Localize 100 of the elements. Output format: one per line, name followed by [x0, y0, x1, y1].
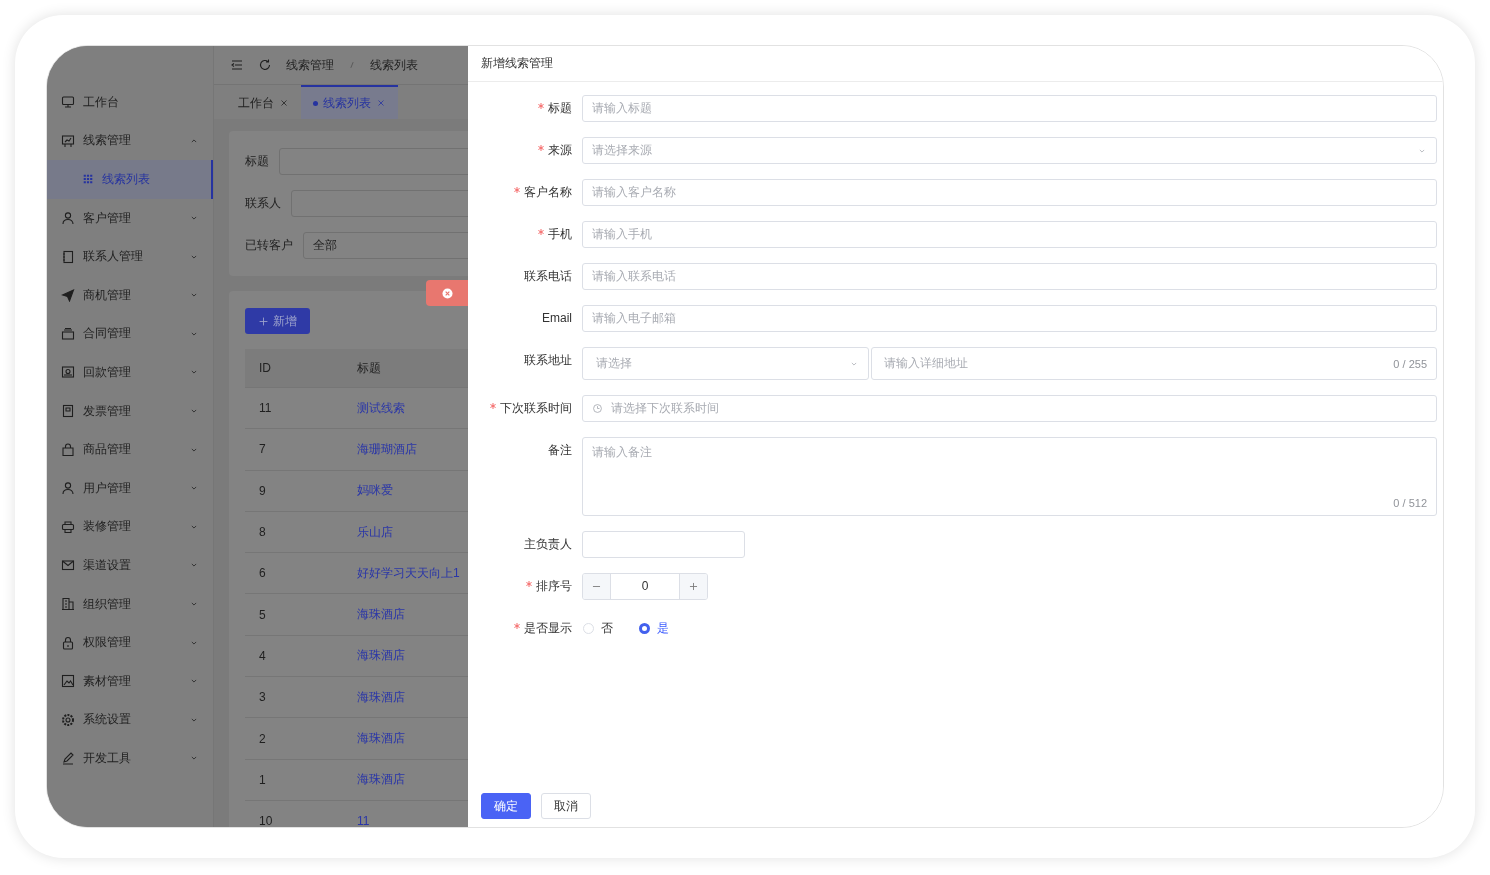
page-tab[interactable]: 工作台 — [226, 85, 301, 119]
close-icon — [376, 98, 386, 108]
form-label: 标题 — [548, 101, 572, 115]
form-label: Email — [542, 311, 572, 325]
table-cell-text: 9 — [259, 483, 267, 498]
text-input[interactable]: 请输入联系电话 — [582, 263, 1437, 290]
menu-item[interactable]: 渠道设置 — [47, 546, 213, 585]
menu-item[interactable]: 回款管理 — [47, 353, 213, 392]
confirm-button[interactable]: 确定 — [481, 793, 531, 819]
monitor-icon — [61, 95, 75, 110]
close-button[interactable] — [426, 280, 468, 306]
shopping-bag-icon — [61, 442, 75, 457]
region-select[interactable]: 请选择 — [582, 347, 869, 380]
drawer-title: 新增线索管理 — [481, 55, 553, 72]
title-link[interactable]: 妈咪爱 — [357, 482, 468, 500]
menu-item[interactable]: 素材管理 — [47, 661, 213, 701]
breadcrumb-item[interactable]: 线索管理 — [286, 56, 334, 74]
menu-item[interactable]: 发票管理 — [47, 391, 213, 431]
title-link[interactable]: 好好学习天天向上1 — [357, 564, 468, 582]
menu-item[interactable]: 权限管理 — [47, 623, 213, 662]
page-tab[interactable]: 线索列表 — [301, 85, 398, 119]
gear-icon — [61, 712, 75, 727]
document-icon — [61, 404, 75, 419]
form-label: 排序号 — [536, 579, 572, 593]
title-link[interactable]: 乐山店 — [357, 523, 468, 541]
title-link[interactable]: 海珊瑚酒店 — [357, 440, 468, 458]
plus-icon — [688, 581, 699, 592]
title-link[interactable]: 海珠酒店 — [357, 730, 468, 747]
image-icon — [61, 674, 75, 689]
datetime-picker[interactable]: 请选择下次联系时间 — [582, 395, 1437, 422]
column-header: 标题 — [357, 359, 382, 377]
menu-item[interactable]: 工作台 — [47, 83, 213, 122]
grid-icon — [82, 173, 94, 186]
title-link[interactable]: 海珠酒店 — [357, 647, 468, 665]
form-label: 来源 — [548, 143, 572, 157]
printer-icon — [61, 519, 75, 534]
address-input[interactable]: 请输入详细地址 0 / 255 — [871, 347, 1437, 380]
refresh-icon — [258, 58, 272, 72]
filter-label: 已转客户 — [245, 237, 293, 254]
menu-item[interactable]: 商机管理 — [47, 275, 213, 315]
form-label: 下次联系时间 — [500, 401, 572, 415]
text-input[interactable]: 请输入电子邮箱 — [582, 305, 1437, 332]
table-cell-text: 3 — [259, 690, 267, 705]
text-input[interactable]: 请输入手机 — [582, 221, 1437, 248]
notebook-icon — [61, 249, 75, 264]
radio-button[interactable] — [639, 623, 650, 634]
menu-item[interactable]: 客户管理 — [47, 198, 213, 238]
title-link[interactable]: 测试线索 — [357, 399, 468, 417]
form-label: 客户名称 — [524, 185, 572, 199]
table-cell-text: 4 — [259, 648, 267, 663]
submenu-item[interactable]: 线索列表 — [47, 160, 213, 199]
text-input[interactable]: 请输入客户名称 — [582, 179, 1437, 206]
menu-item[interactable]: 商品管理 — [47, 430, 213, 469]
filter-label: 联系人 — [245, 195, 281, 212]
table-cell-text: 7 — [259, 442, 267, 457]
form-label: 手机 — [548, 227, 572, 241]
menu-item[interactable]: 装修管理 — [47, 507, 213, 547]
cancel-button[interactable]: 取消 — [541, 793, 591, 819]
menu-item[interactable]: 合同管理 — [47, 314, 213, 354]
remark-textarea[interactable]: 请输入备注 0 / 512 — [582, 437, 1437, 516]
table-cell-text: 8 — [259, 525, 267, 540]
menu-item[interactable]: 线索管理 — [47, 121, 213, 161]
add-button[interactable]: 新增 — [245, 308, 310, 334]
owner-input[interactable] — [582, 531, 745, 558]
table-cell-text: 10 — [259, 814, 274, 827]
menu-fold-icon — [230, 58, 244, 72]
table-cell-text: 6 — [259, 566, 267, 581]
title-link[interactable]: 海珠酒店 — [357, 606, 468, 624]
close-icon — [441, 287, 453, 299]
filter-label: 标题 — [245, 153, 269, 170]
menu-item[interactable]: 开发工具 — [47, 739, 213, 778]
decrement-button[interactable] — [583, 574, 610, 599]
radio-label: 否 — [601, 620, 613, 637]
select-field[interactable]: 请选择来源 — [582, 137, 1437, 164]
table-cell-text: 2 — [259, 731, 267, 746]
table-cell-text: 1 — [259, 772, 267, 787]
close-icon — [279, 98, 289, 108]
form-label: 联系电话 — [524, 269, 572, 283]
filter-input[interactable]: 全部 — [303, 232, 468, 259]
form-label: 是否显示 — [524, 621, 572, 635]
form-label: 主负责人 — [524, 537, 572, 551]
menu-item[interactable]: 系统设置 — [47, 700, 213, 740]
title-link[interactable]: 海珠酒店 — [357, 771, 468, 789]
increment-button[interactable] — [680, 574, 707, 599]
title-link[interactable]: 11 — [357, 814, 468, 827]
text-input[interactable]: 请输入标题 — [582, 95, 1437, 122]
title-link[interactable]: 海珠酒店 — [357, 688, 468, 706]
table-cell-text: 5 — [259, 607, 267, 622]
breadcrumb-item[interactable]: 线索列表 — [370, 56, 418, 74]
form-label: 备注 — [548, 443, 572, 457]
box-icon — [61, 326, 75, 341]
radio-label: 是 — [657, 620, 669, 637]
form-label: 联系地址 — [524, 353, 572, 367]
user-icon — [61, 481, 75, 496]
mail-icon — [61, 558, 75, 573]
menu-item[interactable]: 联系人管理 — [47, 237, 213, 276]
pen-icon — [61, 751, 75, 766]
menu-item[interactable]: 用户管理 — [47, 468, 213, 508]
user-icon — [61, 211, 75, 226]
menu-item[interactable]: 组织管理 — [47, 584, 213, 624]
